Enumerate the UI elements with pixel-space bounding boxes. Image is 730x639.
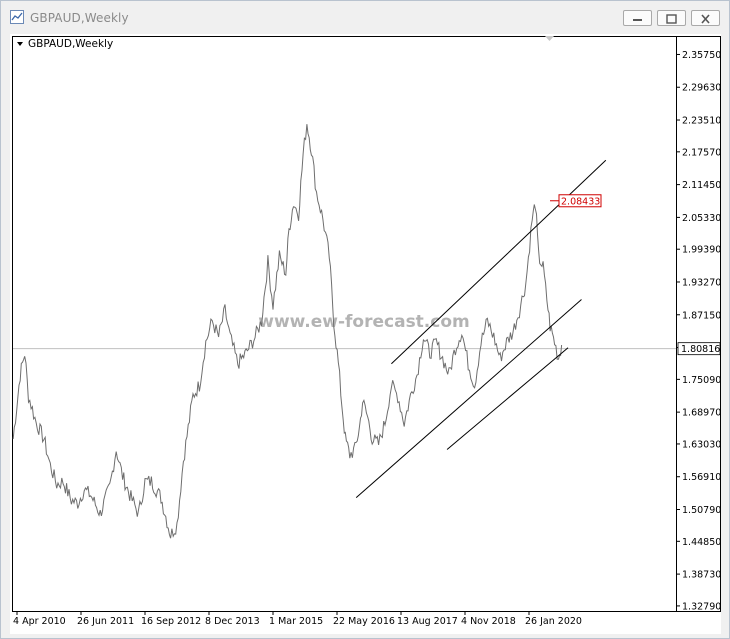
y-tick-label: 1.63030 — [682, 439, 721, 450]
y-tick-label: 1.99390 — [682, 245, 721, 256]
x-tick-label: 4 Nov 2018 — [461, 616, 516, 627]
y-tick-label: 2.23510 — [682, 116, 721, 127]
x-tick-label: 13 Aug 2017 — [397, 616, 458, 627]
y-tick-label: 2.35750 — [682, 50, 721, 61]
x-tick-label: 26 Jan 2020 — [525, 616, 582, 627]
y-tick-label: 1.75090 — [682, 375, 721, 386]
chart-symbol-label: GBPAUD,Weekly — [28, 38, 113, 50]
y-tick-label: 1.38730 — [682, 570, 721, 581]
y-tick-label: 1.44850 — [682, 537, 721, 548]
x-tick-label: 8 Dec 2013 — [205, 616, 260, 627]
price-marker-label: 2.08433 — [561, 196, 600, 207]
chart-background — [10, 34, 721, 634]
y-tick-label: 1.32790 — [682, 601, 721, 612]
y-tick-label: 1.56910 — [682, 472, 721, 483]
watermark-text: www.ew-forecast.com — [258, 312, 470, 332]
chart-window: GBPAUD,Weekly GBPAUD,Weekly www.ew-forec… — [0, 0, 730, 639]
price-chart[interactable]: GBPAUD,Weekly www.ew-forecast.com 2.3575… — [1, 1, 729, 638]
y-tick-label: 1.93270 — [682, 277, 721, 288]
y-tick-label: 1.50790 — [682, 505, 721, 516]
x-tick-label: 4 Apr 2010 — [13, 616, 66, 627]
y-tick-label: 2.05330 — [682, 213, 721, 224]
y-tick-label: 2.17570 — [682, 147, 721, 158]
y-tick-label: 1.68970 — [682, 408, 721, 419]
current-price-label: 1.80816 — [681, 344, 720, 355]
x-tick-label: 1 Mar 2015 — [269, 616, 323, 627]
y-tick-label: 2.11450 — [682, 180, 721, 191]
y-tick-label: 1.87150 — [682, 310, 721, 321]
x-tick-label: 26 Jun 2011 — [77, 616, 134, 627]
x-tick-label: 16 Sep 2012 — [141, 616, 201, 627]
y-tick-label: 2.29630 — [682, 83, 721, 94]
x-tick-label: 22 May 2016 — [333, 616, 395, 627]
